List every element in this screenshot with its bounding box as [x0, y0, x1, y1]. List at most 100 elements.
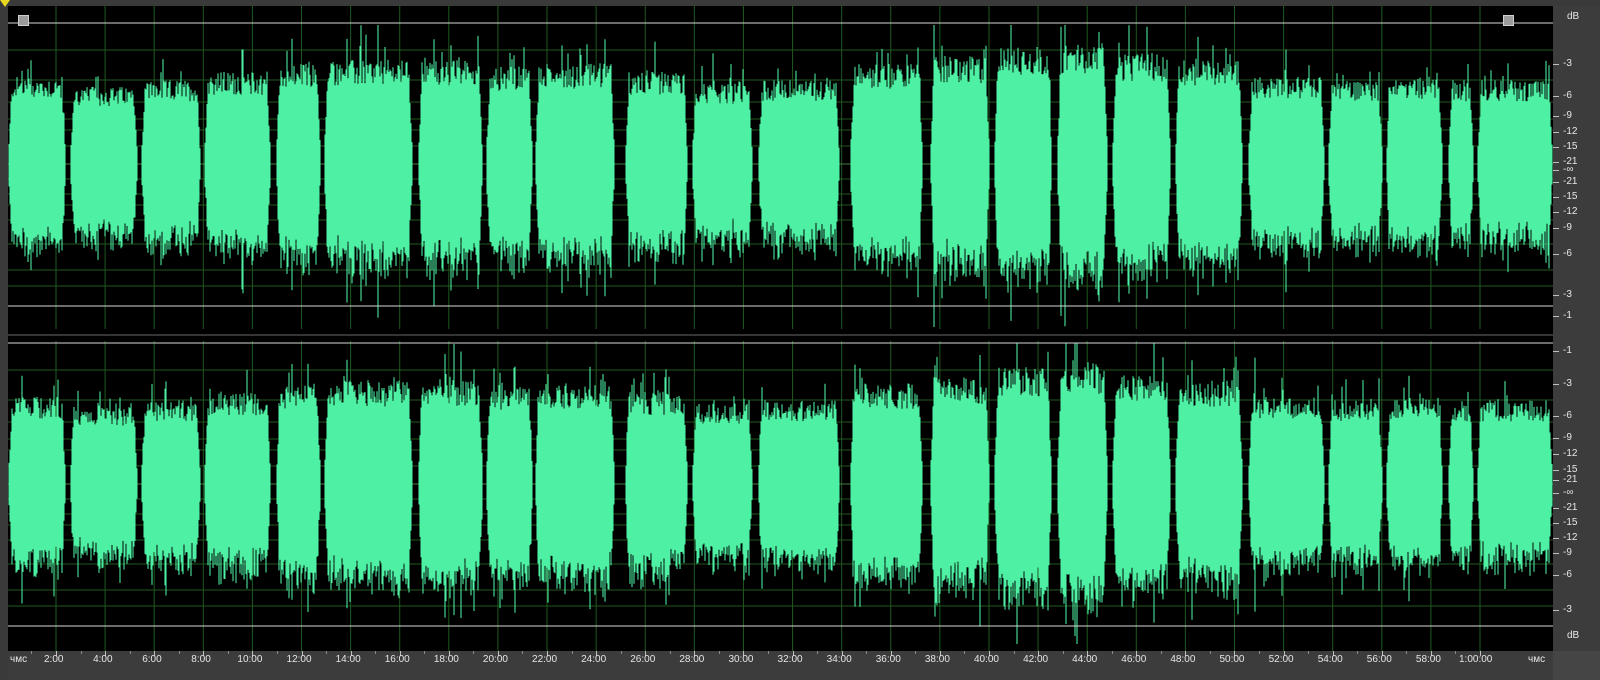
time-minor-tick [620, 651, 622, 654]
time-label: 18:00 [433, 654, 459, 665]
time-label: 40:00 [973, 654, 999, 665]
waveform-display[interactable] [8, 6, 1553, 651]
bottom-channel-db-label: -12 [1563, 532, 1578, 543]
time-label: 58:00 [1415, 654, 1441, 665]
time-label: 56:00 [1366, 654, 1392, 665]
bottom-channel-db-label: -1 [1563, 345, 1572, 356]
bottom-channel-db-label: -6 [1563, 410, 1572, 421]
zoom-handle-left-icon[interactable] [18, 15, 29, 26]
time-minor-tick [80, 651, 82, 654]
bottom-channel-db-label: -6 [1563, 569, 1572, 580]
time-label: 14:00 [335, 654, 361, 665]
time-label: 8:00 [191, 654, 211, 665]
top-channel-db-label: -3 [1563, 58, 1572, 69]
db-tick [1553, 182, 1559, 183]
time-minor-tick [1406, 651, 1408, 654]
bottom-channel-db-label: -15 [1563, 517, 1578, 528]
bottom-channel-db-label: -∞ [1563, 487, 1574, 498]
time-label: 10:00 [237, 654, 263, 665]
time-minor-tick [1357, 651, 1359, 654]
time-label: 48:00 [1170, 654, 1196, 665]
time-label: 28:00 [679, 654, 705, 665]
time-ruler[interactable]: чмс чмс 2:00 4:00 6:00 8:00 10:00 12:00 14:00 1… [8, 651, 1553, 680]
time-label: 34:00 [826, 654, 852, 665]
time-minor-tick [326, 651, 328, 654]
time-minor-tick [1160, 651, 1162, 654]
db-tick [1553, 508, 1559, 509]
time-label: 4:00 [93, 654, 113, 665]
db-tick [1553, 64, 1559, 65]
time-minor-tick [178, 651, 180, 654]
bottom-channel-db-label: -21 [1563, 502, 1578, 513]
db-unit-top: dB [1567, 11, 1580, 22]
time-minor-tick [571, 651, 573, 654]
time-minor-tick [866, 651, 868, 654]
db-tick [1553, 212, 1559, 213]
bottom-channel-db-label: -9 [1563, 432, 1572, 443]
time-minor-tick [1259, 651, 1261, 654]
time-label: 24:00 [581, 654, 607, 665]
bottom-channel-db-label: -3 [1563, 604, 1572, 615]
top-channel-db-label: -15 [1563, 141, 1578, 152]
db-tick [1553, 470, 1559, 471]
time-format-label-end: чмс [1528, 654, 1546, 665]
time-minor-tick [669, 651, 671, 654]
time-label: 36:00 [875, 654, 901, 665]
db-tick [1553, 416, 1559, 417]
db-tick [1553, 254, 1559, 255]
db-tick [1553, 553, 1559, 554]
time-minor-tick [1308, 651, 1310, 654]
db-tick [1553, 132, 1559, 133]
db-tick [1553, 295, 1559, 296]
db-tick [1553, 610, 1559, 611]
left-edge [0, 0, 8, 680]
bottom-channel-db-label: -12 [1563, 448, 1578, 459]
db-tick [1553, 197, 1559, 198]
top-channel-db-label: -1 [1563, 310, 1572, 321]
db-tick [1553, 438, 1559, 439]
time-label: 38:00 [924, 654, 950, 665]
time-label: 52:00 [1268, 654, 1294, 665]
left-channel-waveform[interactable] [8, 25, 1553, 327]
top-channel-db-label: -12 [1563, 126, 1578, 137]
time-label: 6:00 [142, 654, 162, 665]
time-minor-tick [276, 651, 278, 654]
time-minor-tick [1013, 651, 1015, 654]
db-tick [1553, 384, 1559, 385]
time-minor-tick [129, 651, 131, 654]
time-minor-tick [915, 651, 917, 654]
time-label: 32:00 [777, 654, 803, 665]
time-label: 42:00 [1023, 654, 1049, 665]
db-tick [1553, 116, 1559, 117]
zoom-handle-right-icon[interactable] [1503, 15, 1514, 26]
time-minor-tick [227, 651, 229, 654]
top-channel-db-label: -15 [1563, 191, 1578, 202]
time-label: 20:00 [482, 654, 508, 665]
bottom-channel-db-label: -9 [1563, 547, 1572, 558]
bottom-channel-db-label: -21 [1563, 474, 1578, 485]
db-tick [1553, 316, 1559, 317]
db-tick [1553, 493, 1559, 494]
time-label: 26:00 [630, 654, 656, 665]
time-minor-tick [768, 651, 769, 654]
db-tick [1553, 538, 1559, 539]
db-tick [1553, 147, 1559, 148]
top-channel-db-label: -3 [1563, 289, 1572, 300]
top-channel-db-label: -9 [1563, 110, 1572, 121]
top-channel-db-label: -21 [1563, 176, 1578, 187]
db-tick [1553, 523, 1559, 524]
db-tick [1553, 480, 1559, 481]
time-label: 22:00 [532, 654, 558, 665]
time-label: 30:00 [728, 654, 754, 665]
time-minor-tick [718, 651, 720, 654]
waveform-editor: dB dB -3 -6 -9 -12 -15 -21 -∞ -21 -15 -12 -9 -6 -3 -1… [0, 0, 1600, 680]
right-channel-waveform[interactable] [8, 343, 1553, 644]
time-minor-tick [522, 651, 524, 654]
time-label: 46:00 [1121, 654, 1147, 665]
top-channel-db-label: -∞ [1563, 164, 1574, 175]
time-label: 44:00 [1072, 654, 1098, 665]
time-minor-tick [1062, 651, 1064, 654]
waveform-svg[interactable] [8, 6, 1553, 651]
db-tick [1553, 575, 1559, 576]
time-minor-tick [1209, 651, 1211, 654]
